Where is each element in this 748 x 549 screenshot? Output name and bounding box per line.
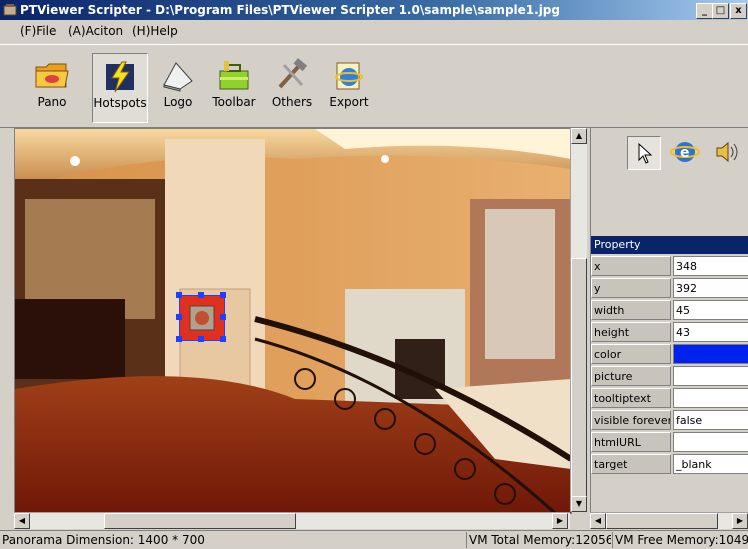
property-value[interactable]: false [673,410,748,430]
menu-help[interactable]: (H)Help [132,24,178,38]
export-label: Export [329,95,369,109]
property-row: y 392 [591,278,748,300]
horizontal-scroll-thumb[interactable] [104,513,296,529]
horizontal-scrollbar[interactable]: ◀ ▶ [14,512,570,529]
property-panel: e Property x 348 y 392 width 45 height 43 color p… [590,128,748,528]
property-value[interactable] [673,432,748,452]
svg-text:e: e [680,145,690,161]
toolbox-icon [219,61,249,90]
property-value[interactable] [673,388,748,408]
scroll-left-icon[interactable]: ◀ [14,513,30,529]
total-memory: VM Total Memory:12056k [466,532,611,548]
property-row: tooltiptext [591,388,748,410]
pointer-icon [638,142,653,164]
hotspots-label: Hotspots [93,96,147,110]
scroll-left-icon[interactable]: ◀ [590,513,606,529]
panorama-image [15,129,571,513]
resize-handle[interactable] [176,336,182,342]
resize-handle[interactable] [198,292,204,298]
property-value[interactable]: 45 [673,300,748,320]
others-label: Others [271,95,313,109]
link-tool[interactable]: e [669,136,701,168]
resize-handle[interactable] [198,336,204,342]
scroll-down-icon[interactable]: ▼ [571,496,587,512]
property-value[interactable]: _blank [673,454,748,474]
free-memory: VM Free Memory:1049k [612,532,748,548]
property-scroll-thumb[interactable] [606,513,718,529]
menu-action[interactable]: (A)Aciton [68,24,123,38]
panorama-dimension: Panorama Dimension: 1400 * 700 [2,533,205,547]
vertical-scroll-thumb[interactable] [571,258,587,500]
folder-icon [35,63,69,88]
vertical-scrollbar[interactable]: ▲ ▼ [570,128,587,512]
menu-file[interactable]: (F)File [20,24,56,38]
menu-bar: (F)File (A)Aciton (H)Help [0,20,748,42]
property-key: tooltiptext [591,388,671,408]
pano-label: Pano [37,95,67,109]
property-row: x 348 [591,256,748,278]
property-value[interactable]: 348 [673,256,748,276]
property-row: width 45 [591,300,748,322]
hotspot-tools: e [591,128,748,228]
property-key: color [591,344,671,364]
pano-button[interactable]: Pano [26,53,78,121]
resize-handle[interactable] [176,292,182,298]
close-button[interactable]: x [730,3,747,19]
property-key: target [591,454,671,474]
minimize-button[interactable]: _ [696,3,713,19]
property-key: picture [591,366,671,386]
property-row: picture [591,366,748,388]
logo-button[interactable]: Logo [156,53,200,121]
property-key: width [591,300,671,320]
property-value[interactable] [673,344,748,364]
app-icon [3,4,17,16]
property-row: color [591,344,748,366]
toolbar-label: Toolbar [212,95,256,109]
status-bar: Panorama Dimension: 1400 * 700 VM Total … [0,530,748,549]
title-bar: PTViewer Scripter - D:\Program Files\PTV… [0,0,748,20]
property-row: htmlURL [591,432,748,454]
toolbar-button[interactable]: Toolbar [208,53,260,121]
tools-icon [278,58,308,89]
others-button[interactable]: Others [268,53,316,121]
hotspots-button[interactable]: Hotspots [92,53,148,123]
resize-handle[interactable] [176,314,182,320]
property-key: y [591,278,671,298]
resize-handle[interactable] [220,314,226,320]
property-row: visible forever false [591,410,748,432]
hotspot-marker[interactable] [179,295,225,341]
resize-handle[interactable] [220,292,226,298]
speaker-icon [716,141,738,163]
property-header: Property [591,236,748,254]
property-key: height [591,322,671,342]
book-icon [163,62,193,92]
ie-export-icon [335,62,363,90]
pointer-tool[interactable] [627,136,661,170]
hotspot-image-icon [189,305,215,331]
property-key: htmlURL [591,432,671,452]
ie-link-icon: e [670,142,700,162]
property-row: height 43 [591,322,748,344]
logo-label: Logo [163,95,193,109]
maximize-button[interactable]: □ [712,3,729,19]
property-key: visible forever [591,410,671,430]
resize-handle[interactable] [220,336,226,342]
lightning-icon [106,61,134,93]
toolbar: Pano Hotspots Logo Toolbar Others Export [0,44,748,128]
property-row: target _blank [591,454,748,476]
property-value[interactable]: 43 [673,322,748,342]
scroll-right-icon[interactable]: ▶ [552,513,568,529]
property-value[interactable]: 392 [673,278,748,298]
window-title: PTViewer Scripter - D:\Program Files\PTV… [20,3,560,17]
scroll-up-icon[interactable]: ▲ [571,128,587,144]
property-key: x [591,256,671,276]
panorama-canvas[interactable] [14,128,572,514]
export-button[interactable]: Export [326,53,372,121]
sound-tool[interactable] [711,136,743,168]
property-horizontal-scrollbar[interactable]: ◀ ▶ [590,512,748,529]
scroll-right-icon[interactable]: ▶ [732,513,748,529]
property-value[interactable] [673,366,748,386]
